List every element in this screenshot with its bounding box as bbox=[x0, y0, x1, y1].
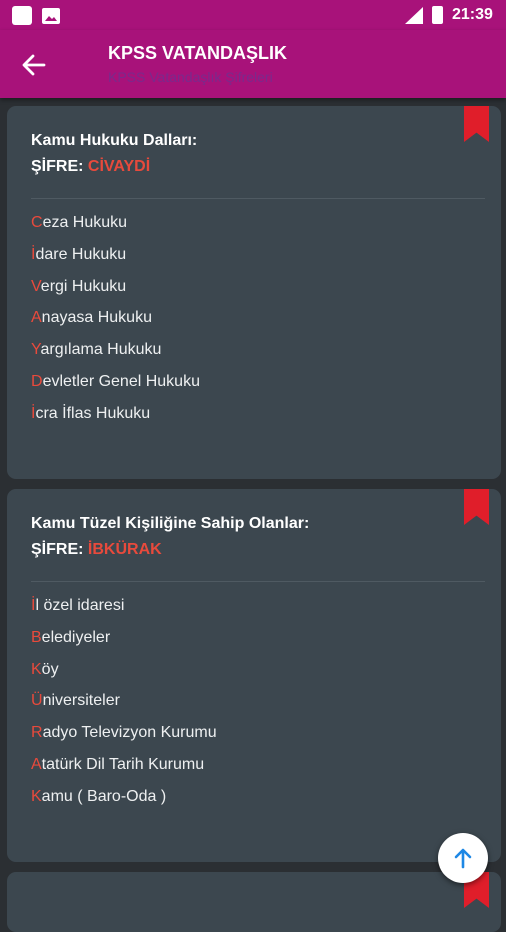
cipher-value: İBKÜRAK bbox=[87, 541, 162, 558]
card-heading: Kamu Hukuku Dalları: bbox=[31, 132, 198, 149]
item-initial: B bbox=[31, 628, 42, 646]
app-title: KPSS VATANDAŞLIK bbox=[108, 43, 288, 63]
list-item: Radyo Televizyon Kurumu bbox=[31, 722, 217, 754]
cipher-card bbox=[7, 872, 501, 932]
divider bbox=[31, 581, 485, 582]
list-item: Kamu ( Baro-Oda ) bbox=[31, 786, 217, 818]
list-item: İl özel idaresi bbox=[31, 595, 217, 627]
back-arrow-icon[interactable] bbox=[18, 50, 50, 80]
list-item: Belediyeler bbox=[31, 627, 217, 659]
list-item: Devletler Genel Hukuku bbox=[31, 371, 200, 403]
cipher-list: İl özel idaresi Belediyeler Köy Üniversi… bbox=[31, 595, 217, 818]
list-item: İdare Hukuku bbox=[31, 244, 200, 276]
bookmark-icon[interactable] bbox=[464, 489, 489, 525]
list-item: Anayasa Hukuku bbox=[31, 307, 200, 339]
item-rest: dare Hukuku bbox=[35, 245, 127, 263]
status-bar: 21:39 bbox=[0, 0, 506, 30]
arrow-up-icon bbox=[454, 848, 472, 869]
item-initial: D bbox=[31, 372, 43, 390]
list-item: Yargılama Hukuku bbox=[31, 339, 200, 371]
scroll-top-button[interactable] bbox=[438, 833, 488, 883]
item-rest: cra İflas Hukuku bbox=[35, 404, 151, 422]
cipher-line: ŞİFRE: CİVAYDİ bbox=[31, 158, 150, 176]
item-initial: K bbox=[31, 660, 42, 678]
cipher-line: ŞİFRE: İBKÜRAK bbox=[31, 541, 162, 559]
cipher-label: ŞİFRE: bbox=[31, 541, 84, 558]
item-rest: amu ( Baro-Oda ) bbox=[41, 787, 167, 805]
list-item: Vergi Hukuku bbox=[31, 276, 200, 308]
list-item: İcra İflas Hukuku bbox=[31, 403, 200, 435]
item-rest: l özel idaresi bbox=[35, 597, 125, 614]
item-initial: C bbox=[31, 214, 43, 231]
cipher-value: CİVAYDİ bbox=[87, 158, 151, 175]
cipher-card: Kamu Hukuku Dalları: ŞİFRE: CİVAYDİ Ceza… bbox=[7, 106, 501, 479]
item-initial: K bbox=[31, 787, 42, 805]
item-rest: evletler Genel Hukuku bbox=[42, 372, 200, 390]
item-rest: argılama Hukuku bbox=[40, 341, 162, 359]
battery-icon bbox=[432, 6, 443, 24]
app-subtitle: KPSS Vatandaşlık Şifreleri bbox=[108, 69, 273, 85]
item-rest: niversiteler bbox=[42, 692, 120, 710]
item-rest: nayasa Hukuku bbox=[41, 309, 152, 327]
cipher-card: Kamu Tüzel Kişiliğine Sahip Olanlar: ŞİF… bbox=[7, 489, 501, 862]
card-heading: Kamu Tüzel Kişiliğine Sahip Olanlar: bbox=[31, 515, 310, 532]
cipher-label: ŞİFRE: bbox=[31, 158, 84, 175]
item-rest: öy bbox=[41, 660, 59, 678]
item-initial: Ü bbox=[31, 692, 43, 710]
item-initial: R bbox=[31, 724, 43, 742]
item-initial: V bbox=[31, 277, 41, 295]
item-rest: ergi Hukuku bbox=[40, 277, 127, 295]
item-initial: A bbox=[31, 309, 42, 327]
clock: 21:39 bbox=[452, 6, 493, 23]
cipher-list: Ceza Hukuku İdare Hukuku Vergi Hukuku An… bbox=[31, 212, 200, 435]
list-item: Köy bbox=[31, 659, 217, 691]
list-item: Üniversiteler bbox=[31, 690, 217, 722]
divider bbox=[31, 198, 485, 199]
item-rest: eza Hukuku bbox=[42, 214, 128, 231]
signal-icon bbox=[405, 7, 423, 24]
item-rest: elediyeler bbox=[41, 628, 111, 646]
bookmark-icon[interactable] bbox=[464, 106, 489, 142]
item-rest: tatürk Dil Tarih Kurumu bbox=[41, 755, 205, 773]
item-rest: adyo Televizyon Kurumu bbox=[42, 724, 217, 742]
list-item: Atatürk Dil Tarih Kurumu bbox=[31, 754, 217, 786]
list-item: Ceza Hukuku bbox=[31, 212, 200, 244]
item-initial: A bbox=[31, 755, 42, 773]
app-bar: KPSS VATANDAŞLIK KPSS Vatandaşlık Şifrel… bbox=[0, 30, 506, 98]
notification-icon bbox=[12, 6, 32, 25]
image-notification-icon bbox=[42, 8, 60, 24]
